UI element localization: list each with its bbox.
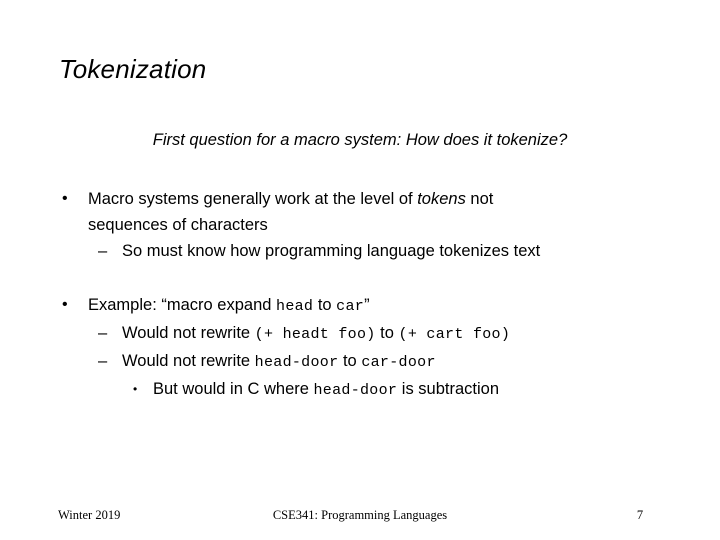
head-door-text-part1: Would not rewrite xyxy=(122,352,255,370)
example-code-head: head xyxy=(276,298,314,315)
dash-marker-icon: – xyxy=(98,352,108,370)
bullet-text-line2: sequences of characters xyxy=(88,216,268,234)
dash-marker-icon: – xyxy=(98,242,108,260)
sub-bullet-tokenizes-text: – So must know how programming language … xyxy=(0,238,720,264)
subtraction-code-head-door: head-door xyxy=(313,382,398,399)
sub-sub-bullet-c-subtraction: • But would in C where head-door is subt… xyxy=(0,376,720,404)
sub-bullet-rewrite-headt: – Would not rewrite (+ headt foo) to (+ … xyxy=(0,320,720,348)
example-code-car: car xyxy=(336,298,365,315)
subtraction-text-part2: is subtraction xyxy=(397,380,500,398)
footer-course-title: CSE341: Programming Languages xyxy=(272,508,448,522)
bullet-item-tokens-continuation: sequences of characters xyxy=(0,212,720,238)
rewrite-code-cart-expr: (+ cart foo) xyxy=(398,326,511,343)
sub-bullet-text: So must know how programming language to… xyxy=(122,242,541,260)
slide-subtitle: First question for a macro system: How d… xyxy=(152,131,568,149)
example-text-part3: ” xyxy=(364,296,370,314)
dash-marker-icon: – xyxy=(98,324,108,342)
sub-bullet-rewrite-head-door: – Would not rewrite head-door to car-doo… xyxy=(0,348,720,376)
bullet-item-example: • Example: “macro expand head to car” xyxy=(0,292,720,320)
example-text-part2: to xyxy=(313,296,337,314)
head-door-code: head-door xyxy=(254,354,339,371)
bullet-block-two: • Example: “macro expand head to car” – … xyxy=(0,292,720,404)
bullet-block-one: • Macro systems generally work at the le… xyxy=(0,186,720,264)
bullet-marker-icon: • xyxy=(62,190,68,207)
slide-footer: Winter 2019 CSE341: Programming Language… xyxy=(0,508,720,530)
rewrite-text-part1: Would not rewrite xyxy=(122,324,255,342)
subtraction-text-part1: But would in C where xyxy=(153,380,314,398)
rewrite-text-part2: to xyxy=(375,324,399,342)
bullet-text-part1: Macro systems generally work at the leve… xyxy=(88,190,418,208)
footer-term: Winter 2019 xyxy=(58,508,121,522)
footer-page-number: 7 xyxy=(636,508,644,522)
example-text-part1: Example: “macro expand xyxy=(88,296,277,314)
bullet-text-italic-tokens: tokens xyxy=(417,190,466,208)
bullet-text-part2: not xyxy=(465,190,494,208)
car-door-code: car-door xyxy=(361,354,436,371)
head-door-text-part2: to xyxy=(338,352,362,370)
bullet-marker-small-icon: • xyxy=(133,382,138,396)
bullet-marker-icon: • xyxy=(62,296,68,313)
page-title: Tokenization xyxy=(59,54,207,84)
bullet-item-tokens: • Macro systems generally work at the le… xyxy=(0,186,720,212)
slide: Tokenization First question for a macro … xyxy=(0,0,720,540)
rewrite-code-headt-expr: (+ headt foo) xyxy=(254,326,376,343)
